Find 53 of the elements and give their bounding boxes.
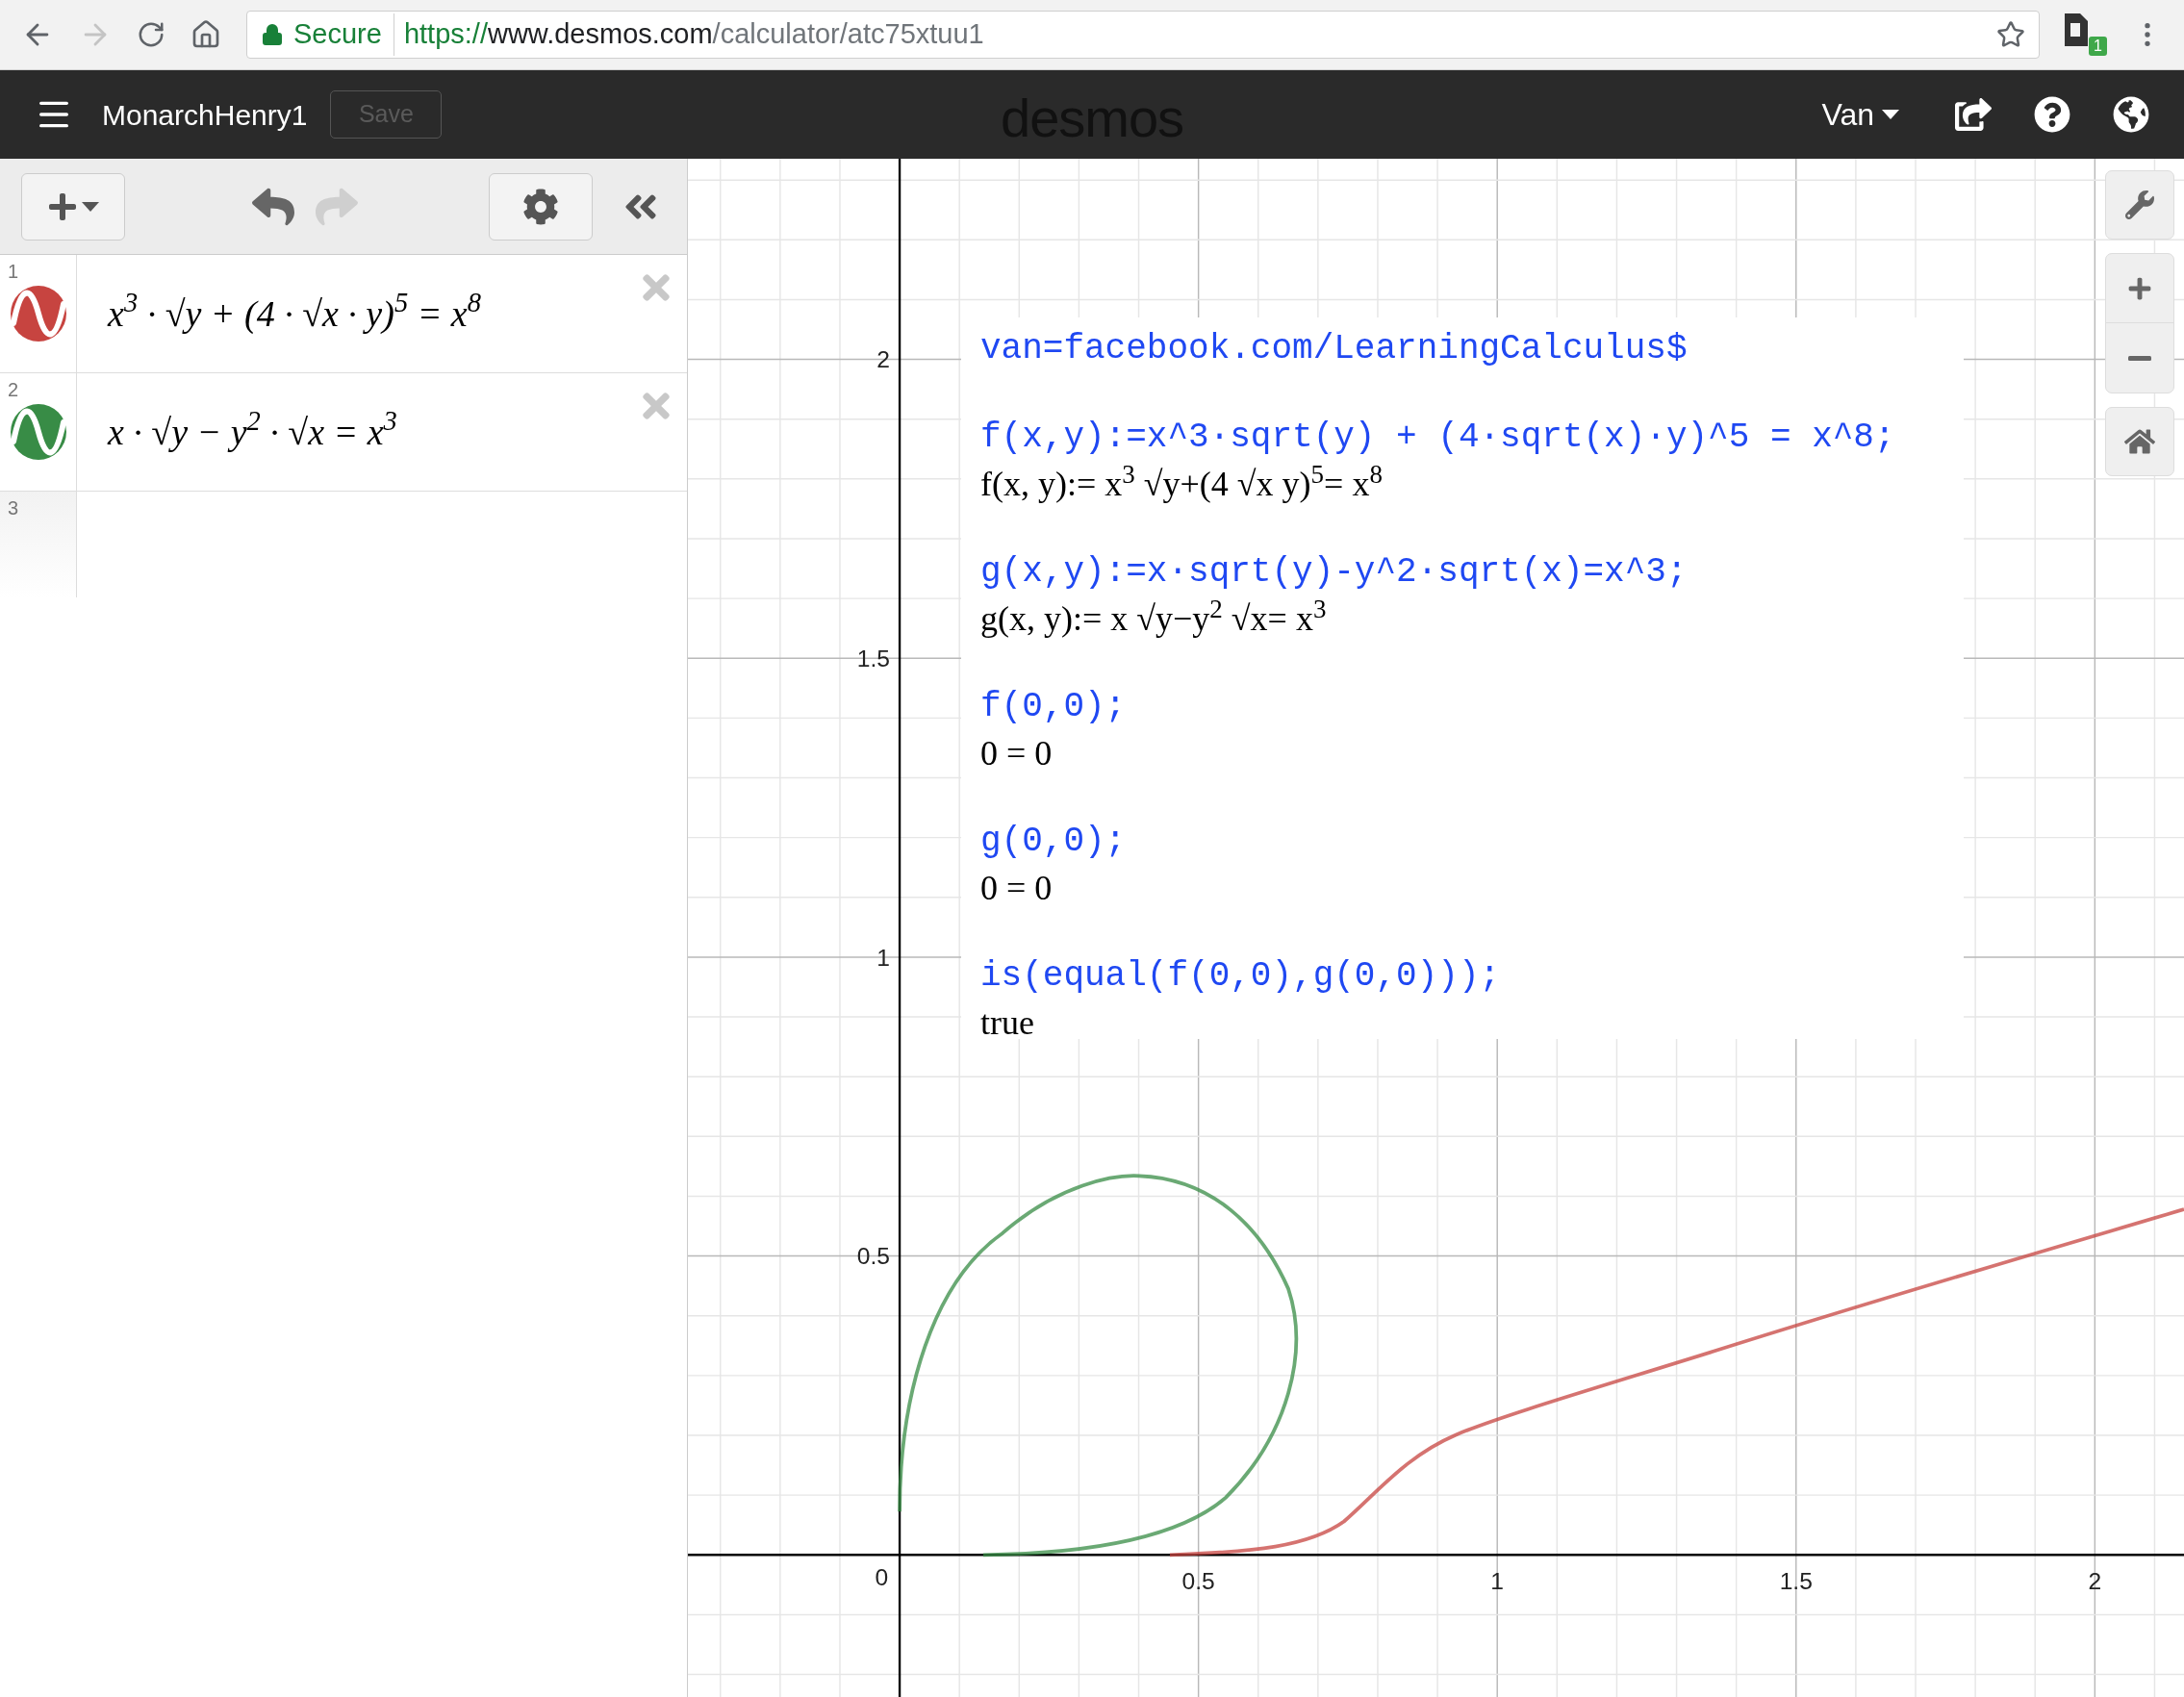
share-icon[interactable] [1955, 96, 1992, 133]
wrench-icon [2125, 190, 2154, 219]
axis-tick-label: 2 [2088, 1568, 2102, 1595]
account-menu[interactable]: Van [1821, 91, 1899, 138]
axis-tick-label: 1 [876, 944, 890, 971]
graph-wave-icon[interactable] [9, 285, 67, 342]
settings-icon [522, 188, 559, 225]
language-globe-icon[interactable] [2113, 96, 2149, 133]
address-bar[interactable]: Secure https://www.desmos.com/calculator/atc75xtuu1 [246, 11, 2040, 59]
axis-tick-label: 1.5 [856, 645, 890, 671]
plus-icon [2127, 275, 2152, 301]
add-item-button[interactable] [21, 172, 125, 241]
minus-icon [2128, 355, 2151, 361]
axis-tick-label: 0.5 [856, 1243, 890, 1270]
lock-icon [261, 23, 284, 46]
axis-tick-label: 0 [875, 1564, 889, 1591]
expression-number: 1 [8, 260, 19, 284]
result-text: 0 = 0 [980, 733, 1053, 774]
result-text: g(x, y):= x √y−y$^{2}$ √x= x$^{3}$ [980, 596, 1327, 640]
security-label: Secure [293, 13, 394, 56]
code-text: g(0,0); [980, 821, 1127, 863]
home-icon[interactable] [190, 19, 221, 50]
result-text: true [980, 1002, 1034, 1044]
default-view-button[interactable] [2105, 407, 2174, 476]
axis-tick-label: 0.5 [1181, 1568, 1215, 1595]
code-text: g(x,y):=x·sqrt(y)-y^2·sqrt(x)=x^3; [980, 551, 1688, 594]
axis-tick-label: 1 [1490, 1568, 1505, 1595]
expression-number: 3 [8, 496, 19, 520]
url-host: www.desmos.com [487, 17, 713, 52]
code-text: is(equal(f(0,0),g(0,0))); [980, 955, 1501, 998]
settings-button[interactable] [489, 172, 593, 241]
code-text: van=facebook.com/LearningCalculus$ [980, 328, 1688, 370]
caret-icon [82, 201, 99, 212]
expression-number: 2 [8, 378, 19, 402]
bookmark-star-icon[interactable] [1996, 20, 2025, 49]
axis-tick-label: 2 [876, 346, 890, 373]
url-path: /calculator/atc75xtuu1 [712, 17, 984, 52]
extension-badge: 1 [2089, 37, 2107, 56]
expression-math[interactable]: x$^{3}$ · √y + (4 · √x · y)$^{5}$ = x$^{8}$ [108, 286, 481, 342]
url-scheme: https:// [403, 17, 488, 52]
plus-icon [47, 190, 78, 222]
username: MonarchHenry1 [102, 97, 308, 133]
graph-wave-icon[interactable] [9, 403, 67, 461]
code-text: f(0,0); [980, 686, 1127, 728]
result-text: 0 = 0 [980, 868, 1053, 909]
result-text: f(x, y):= x$^{3}$ √y+(4 √x y)$^{5}$= x$^{8}$ [980, 462, 1383, 505]
caret-icon [1882, 110, 1899, 119]
help-icon[interactable] [2034, 96, 2070, 133]
code-text: f(x,y):=x^3·sqrt(y) + (4·sqrt(x)·y)^5 = x^8; [980, 417, 1895, 459]
graph-settings-button[interactable] [2105, 170, 2174, 240]
axis-tick-label: 1.5 [1779, 1568, 1813, 1595]
reload-icon[interactable] [137, 20, 165, 49]
expression-math[interactable]: x · √y − y$^{2}$ · √x = x$^{3}$ [108, 404, 397, 460]
